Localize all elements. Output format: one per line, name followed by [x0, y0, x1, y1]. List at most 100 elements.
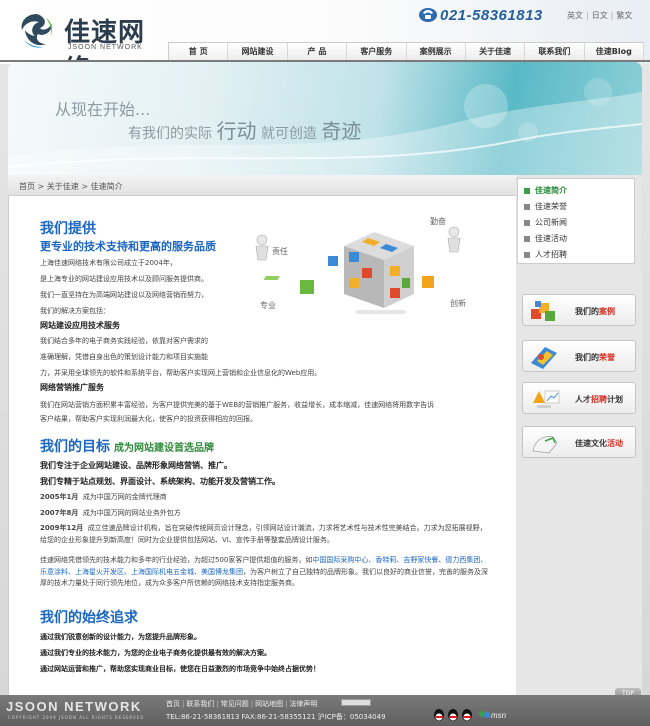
cnzz-badge-icon[interactable] [341, 699, 371, 706]
phone-icon [419, 8, 437, 22]
nav-home[interactable]: 首 页 [168, 42, 229, 60]
sidebar-item-jobs[interactable]: 人才招聘 [524, 249, 567, 260]
card-label: 我们的案例 [575, 307, 615, 316]
bullet-icon [524, 187, 530, 194]
milestone-2009: 2009年12月 成立佳速品牌设计机构，旨在突破传统网页设计理念，引领网站设计潮… [40, 524, 487, 544]
footer-link-sitemap[interactable]: 网站地图 [255, 700, 283, 708]
service-line: 我们在网站营销方面积累丰富经验，为客户提供完美的基于WEB的营销推广服务，收益增… [40, 401, 435, 409]
footer-link-home[interactable]: 首页 [166, 700, 180, 708]
footer-contact: TEL:86-21-58361813 FAX:86-21-58355121 沪I… [166, 713, 386, 721]
value-word: 创新 [450, 299, 466, 308]
sidebar-item-label: 佳速活动 [535, 234, 567, 243]
sidebar-card-recruit[interactable]: 人才招聘计划 [522, 382, 636, 414]
nav-website-build[interactable]: 网站建设 [228, 42, 288, 60]
sidebar-card-honors[interactable]: 我们的荣誉 [522, 340, 636, 372]
nav-about[interactable]: 关于佳速 [465, 42, 526, 60]
footer-link-contact[interactable]: 联系我们 [186, 700, 214, 708]
section-title-pursuit: 我们的始终追求 [40, 610, 138, 626]
banner-tagline-emphasis: 奇迹 [321, 119, 362, 143]
banner-tagline: 有我们的实际 行动 就可创造 奇迹 [128, 115, 361, 144]
breadcrumb[interactable]: 首页 > 关于佳速 > 佳速简介 [19, 181, 123, 192]
cases-cubes-icon [531, 301, 555, 321]
footer-link-faq[interactable]: 常见问题 [221, 700, 249, 708]
logo-text-en: JSOON NETWORK [68, 44, 143, 51]
value-word: 勤奋 [430, 217, 446, 226]
breadcrumb-bar: 首页 > 关于佳速 > 佳速简介 [8, 175, 516, 196]
nav-contact[interactable]: 联系我们 [525, 42, 585, 60]
hero-banner: 从现在开始... 有我们的实际 行动 就可创造 奇迹 [8, 62, 642, 175]
pursuit-line: 通过我们锐意创新的设计能力，为您提升品牌形象。 [40, 633, 201, 641]
sidebar-item-activities[interactable]: 佳速活动 [524, 233, 567, 244]
bullet-icon [524, 235, 530, 242]
phone-number: 021-58361813 [440, 7, 543, 24]
milestone: 2005年1月 成为中国万网的金牌代理商 [40, 493, 167, 501]
section-subtitle-provide: 更专业的技术支持和更高的服务品质 [40, 240, 216, 253]
footer: JSOON NETWORK COPYRIGHT 2009 JSOON ALL R… [0, 695, 650, 726]
card-label: 我们的荣誉 [575, 353, 615, 362]
sidebar-card-culture[interactable]: 佳速文化活动 [522, 426, 636, 458]
banner-tagline-part: 有我们的实际 [128, 126, 212, 142]
logo[interactable]: 佳速网络 JSOON NETWORK [16, 8, 166, 85]
lang-traditional-link[interactable]: 繁文 [616, 11, 632, 20]
im-icons: msn [434, 709, 507, 721]
logo-swirl-icon [21, 14, 53, 48]
nav-blog[interactable]: 佳速Blog [584, 42, 644, 60]
service-line: 力，并采用全球领先的软件和系统平台，帮助客户实现网上营销和企业信息化的Web应用… [40, 369, 322, 377]
nav-products[interactable]: 产 品 [287, 42, 348, 60]
bullet-icon [524, 251, 530, 258]
intro-line: 我们一直坚持在为高端网站建设以及网络营销而努力， [40, 291, 208, 299]
banner-tagline-emphasis: 行动 [216, 119, 257, 143]
bullet-icon [524, 203, 530, 210]
sidebar-card-cases[interactable]: 我们的案例 [522, 294, 636, 326]
footer-links: 首页 | 联系我们 | 常见问题 | 网站地图 | 法律声明 [166, 700, 318, 708]
main-nav: 首 页 网站建设 产 品 客户服务 案例展示 关于佳速 联系我们 佳速Blog [168, 42, 644, 60]
qq-icon [462, 709, 472, 721]
value-word: 责任 [272, 247, 288, 256]
language-links: 英文 | 日文 | 繁文 [567, 10, 632, 21]
nav-customer-service[interactable]: 客户服务 [347, 42, 407, 60]
footer-brand: JSOON NETWORK [6, 699, 142, 714]
header: 佳速网络 JSOON NETWORK 021-58361813 英文|日文|繁文… [0, 0, 650, 85]
pursuit-line: 通过网站运营和推广，帮助您实现商业目标，使您在日益激烈的市场竞争中始终占据优势！ [40, 665, 320, 673]
separator: | [586, 11, 589, 20]
card-label: 佳速文化活动 [575, 439, 623, 448]
sidebar-menu: 佳速简介 佳速荣誉 公司新闻 佳速活动 人才招聘 [517, 178, 635, 264]
milestone: 2007年8月 成为中国万网的网站业务外包方 [40, 509, 181, 517]
values-cube-illustration: 勤奋 责任 专业 创新 [244, 210, 504, 334]
banner-tagline-part: 就可创造 [260, 126, 317, 142]
phone-block: 021-58361813 [418, 4, 558, 26]
service-heading-web: 网站建设应用技术服务 [40, 321, 120, 330]
sidebar-item-intro[interactable]: 佳速简介 [524, 185, 567, 196]
intro-line: 是上海专业的网站建设应用技术以及顾问服务提供商。 [40, 275, 208, 283]
intro-line: 上海佳速网络技术有限公司成立于2004年， [40, 259, 177, 267]
service-heading-marketing: 网络营销推广服务 [40, 383, 104, 392]
service-line: 我们结合多年的电子商务实践经验，依靠对客户需求的 [40, 337, 208, 345]
card-label: 人才招聘计划 [575, 395, 623, 404]
lang-japanese-link[interactable]: 日文 [592, 11, 608, 20]
msn-icon: msn [479, 711, 507, 720]
qq-icon [448, 709, 458, 721]
sidebar-item-news[interactable]: 公司新闻 [524, 217, 567, 228]
goal-bold-line: 我们专注于企业网站建设、品牌形象网络营销、推广。 [40, 461, 232, 470]
qq-icon [434, 709, 444, 721]
sidebar-item-honors[interactable]: 佳速荣誉 [524, 201, 567, 212]
recruit-chart-icon [533, 390, 560, 408]
sidebar-item-label: 佳速荣誉 [535, 202, 567, 211]
value-word: 专业 [260, 301, 276, 310]
service-line: 客户结果，帮助客户实现利润最大化，使客户的投资获得相应的回报。 [40, 415, 257, 423]
goal-bold-line: 我们专精于站点规划、界面设计、系统架构、功能开发及营销工作。 [40, 477, 280, 486]
lang-english-link[interactable]: 英文 [567, 11, 583, 20]
client-paragraph: 佳速网络凭借领先的技术能力和多年的行业经验，为超过500家客户提供超值的服务，如… [40, 556, 488, 587]
sidebar-item-label: 佳速简介 [535, 186, 567, 195]
section-title-goal: 我们的目标 成为网站建设首选品牌 [40, 439, 214, 455]
separator: | [610, 11, 614, 20]
bullet-icon [524, 219, 530, 226]
sidebar-item-label: 公司新闻 [535, 218, 567, 227]
honors-ribbon-icon [531, 347, 557, 369]
nav-cases[interactable]: 案例展示 [406, 42, 466, 60]
footer-link-legal[interactable]: 法律声明 [289, 700, 317, 708]
rubiks-cube-icon [255, 226, 461, 314]
section-title-provide: 我们提供 [40, 221, 96, 237]
sidebar-item-label: 人才招聘 [535, 250, 567, 259]
intro-line: 我们的解决方案包括： [40, 307, 110, 315]
